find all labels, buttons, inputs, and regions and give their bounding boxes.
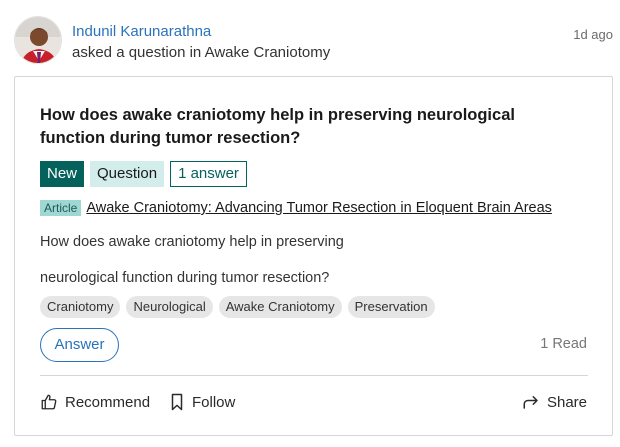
recommend-button[interactable]: Recommend bbox=[40, 391, 150, 413]
user-avatar[interactable] bbox=[14, 16, 62, 64]
question-body-line-1: How does awake craniotomy help in preser… bbox=[40, 234, 344, 250]
topic-chip[interactable]: Preservation bbox=[347, 296, 435, 318]
related-article: Article Awake Craniotomy: Advancing Tumo… bbox=[40, 199, 552, 217]
share-label: Share bbox=[546, 393, 587, 411]
author-name[interactable]: Indunil Karunarathna bbox=[72, 23, 211, 40]
bookmark-icon bbox=[171, 393, 183, 411]
question-card: How does awake craniotomy help in preser… bbox=[14, 76, 613, 436]
read-count: 1 Read bbox=[540, 336, 587, 352]
follow-button[interactable]: Follow bbox=[169, 391, 235, 413]
question-badges: New Question 1 answer bbox=[40, 161, 247, 187]
question-title[interactable]: How does awake craniotomy help in preser… bbox=[40, 104, 580, 150]
post-time: 1d ago bbox=[573, 27, 613, 42]
avatar-icon bbox=[15, 17, 61, 63]
topic-chip[interactable]: Neurological bbox=[126, 296, 213, 318]
share-button[interactable]: Share bbox=[522, 391, 587, 413]
share-arrow-icon bbox=[523, 396, 538, 409]
answer-button[interactable]: Answer bbox=[40, 328, 119, 362]
question-type-badge: Question bbox=[90, 161, 165, 187]
topic-chip[interactable]: Awake Craniotomy bbox=[218, 296, 342, 318]
post-header: Indunil Karunarathna asked a question in… bbox=[0, 0, 620, 76]
article-link[interactable]: Awake Craniotomy: Advancing Tumor Resect… bbox=[86, 200, 552, 216]
new-badge: New bbox=[40, 161, 85, 187]
thumbs-up-icon bbox=[41, 394, 57, 410]
follow-label: Follow bbox=[192, 393, 236, 411]
recommend-label: Recommend bbox=[65, 393, 151, 411]
answer-count-badge[interactable]: 1 answer bbox=[170, 161, 247, 187]
question-body-line-2: neurological function during tumor resec… bbox=[40, 270, 330, 286]
topic-chip[interactable]: Craniotomy bbox=[40, 296, 121, 318]
topic-chips: Craniotomy Neurological Awake Craniotomy… bbox=[40, 296, 435, 318]
article-tag: Article bbox=[40, 200, 82, 216]
post-action-text: asked a question in Awake Craniotomy bbox=[72, 44, 331, 61]
card-divider bbox=[40, 375, 588, 376]
